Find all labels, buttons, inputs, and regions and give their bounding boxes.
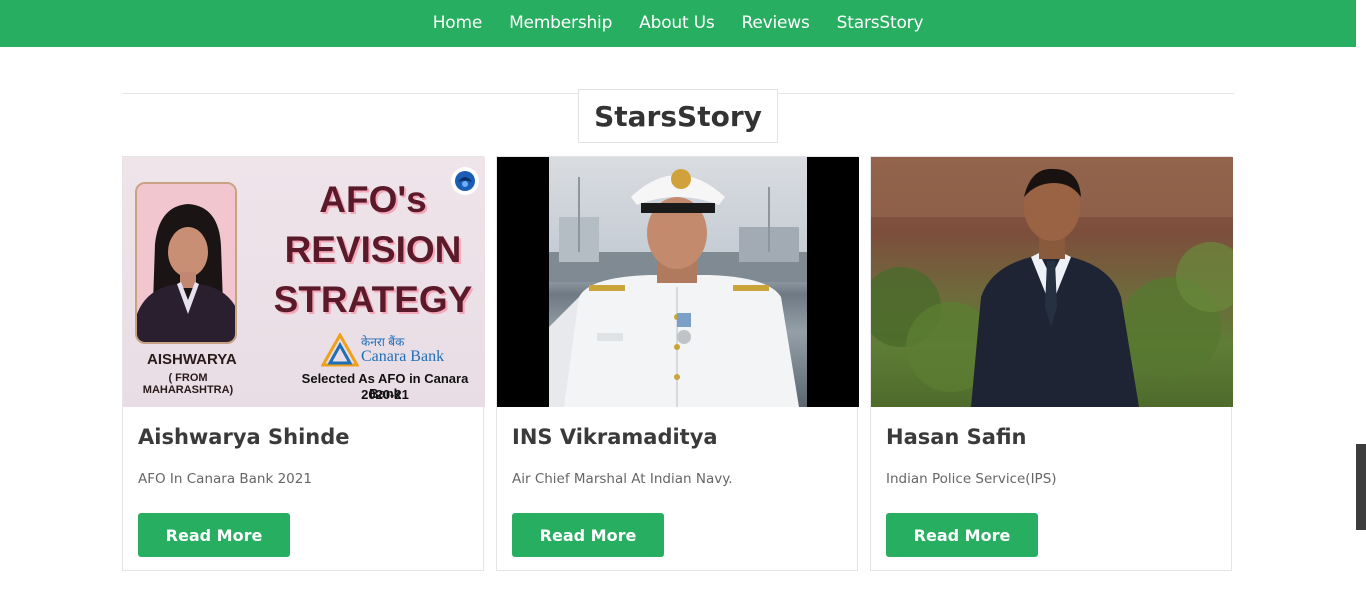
promo-year: 2020-21: [361, 387, 409, 402]
card-subtitle: Indian Police Service(IPS): [886, 471, 1057, 487]
promo-poster: AISHWARYA ( FROM MAHARASHTRA) AFO's REVI…: [123, 157, 485, 407]
bank-name: Canara Bank: [361, 348, 445, 365]
promo-origin: ( FROM MAHARASHTRA): [142, 372, 234, 396]
section-title: StarsStory: [578, 89, 778, 144]
nav-membership[interactable]: Membership: [509, 13, 612, 33]
headline-line: STRATEGY: [273, 279, 473, 320]
card-subtitle: AFO In Canara Bank 2021: [138, 471, 312, 487]
channel-logo-icon: [451, 167, 479, 195]
headline-line: REVISION: [284, 229, 462, 270]
story-card: Hasan Safin Indian Police Service(IPS) R…: [870, 156, 1233, 571]
card-image[interactable]: [871, 157, 1233, 407]
page-scrollbar[interactable]: [1356, 444, 1366, 530]
card-image[interactable]: AISHWARYA ( FROM MAHARASHTRA) AFO's REVI…: [123, 157, 485, 407]
section-header: StarsStory: [122, 66, 1234, 144]
card-subtitle: Air Chief Marshal At Indian Navy.: [512, 471, 733, 487]
card-title: Hasan Safin: [886, 425, 1027, 449]
promo-headline: AFO's REVISION STRATEGY: [273, 175, 473, 325]
main-nav: Home Membership About Us Reviews StarsSt…: [0, 0, 1356, 45]
card-title: Aishwarya Shinde: [138, 425, 350, 449]
nav-reviews[interactable]: Reviews: [742, 13, 810, 33]
nav-home[interactable]: Home: [433, 13, 483, 33]
read-more-button[interactable]: Read More: [512, 513, 664, 557]
portrait-photo: [135, 182, 237, 344]
read-more-button[interactable]: Read More: [138, 513, 290, 557]
canara-bank-logo-icon: [321, 333, 359, 367]
promo-name: AISHWARYA: [147, 351, 237, 368]
top-navbar: Home Membership About Us Reviews StarsSt…: [0, 0, 1356, 47]
story-card: AISHWARYA ( FROM MAHARASHTRA) AFO's REVI…: [122, 156, 485, 571]
card-title: INS Vikramaditya: [512, 425, 718, 449]
card-image[interactable]: [497, 157, 859, 407]
man-in-suit-photo: [871, 157, 1233, 407]
read-more-button[interactable]: Read More: [886, 513, 1038, 557]
story-card: INS Vikramaditya Air Chief Marshal At In…: [496, 156, 859, 571]
nav-starsstory[interactable]: StarsStory: [837, 13, 924, 33]
navy-photo: [497, 157, 859, 407]
naval-officer-photo: [549, 157, 807, 407]
headline-line: AFO's: [319, 179, 427, 220]
nav-about-us[interactable]: About Us: [639, 13, 715, 33]
